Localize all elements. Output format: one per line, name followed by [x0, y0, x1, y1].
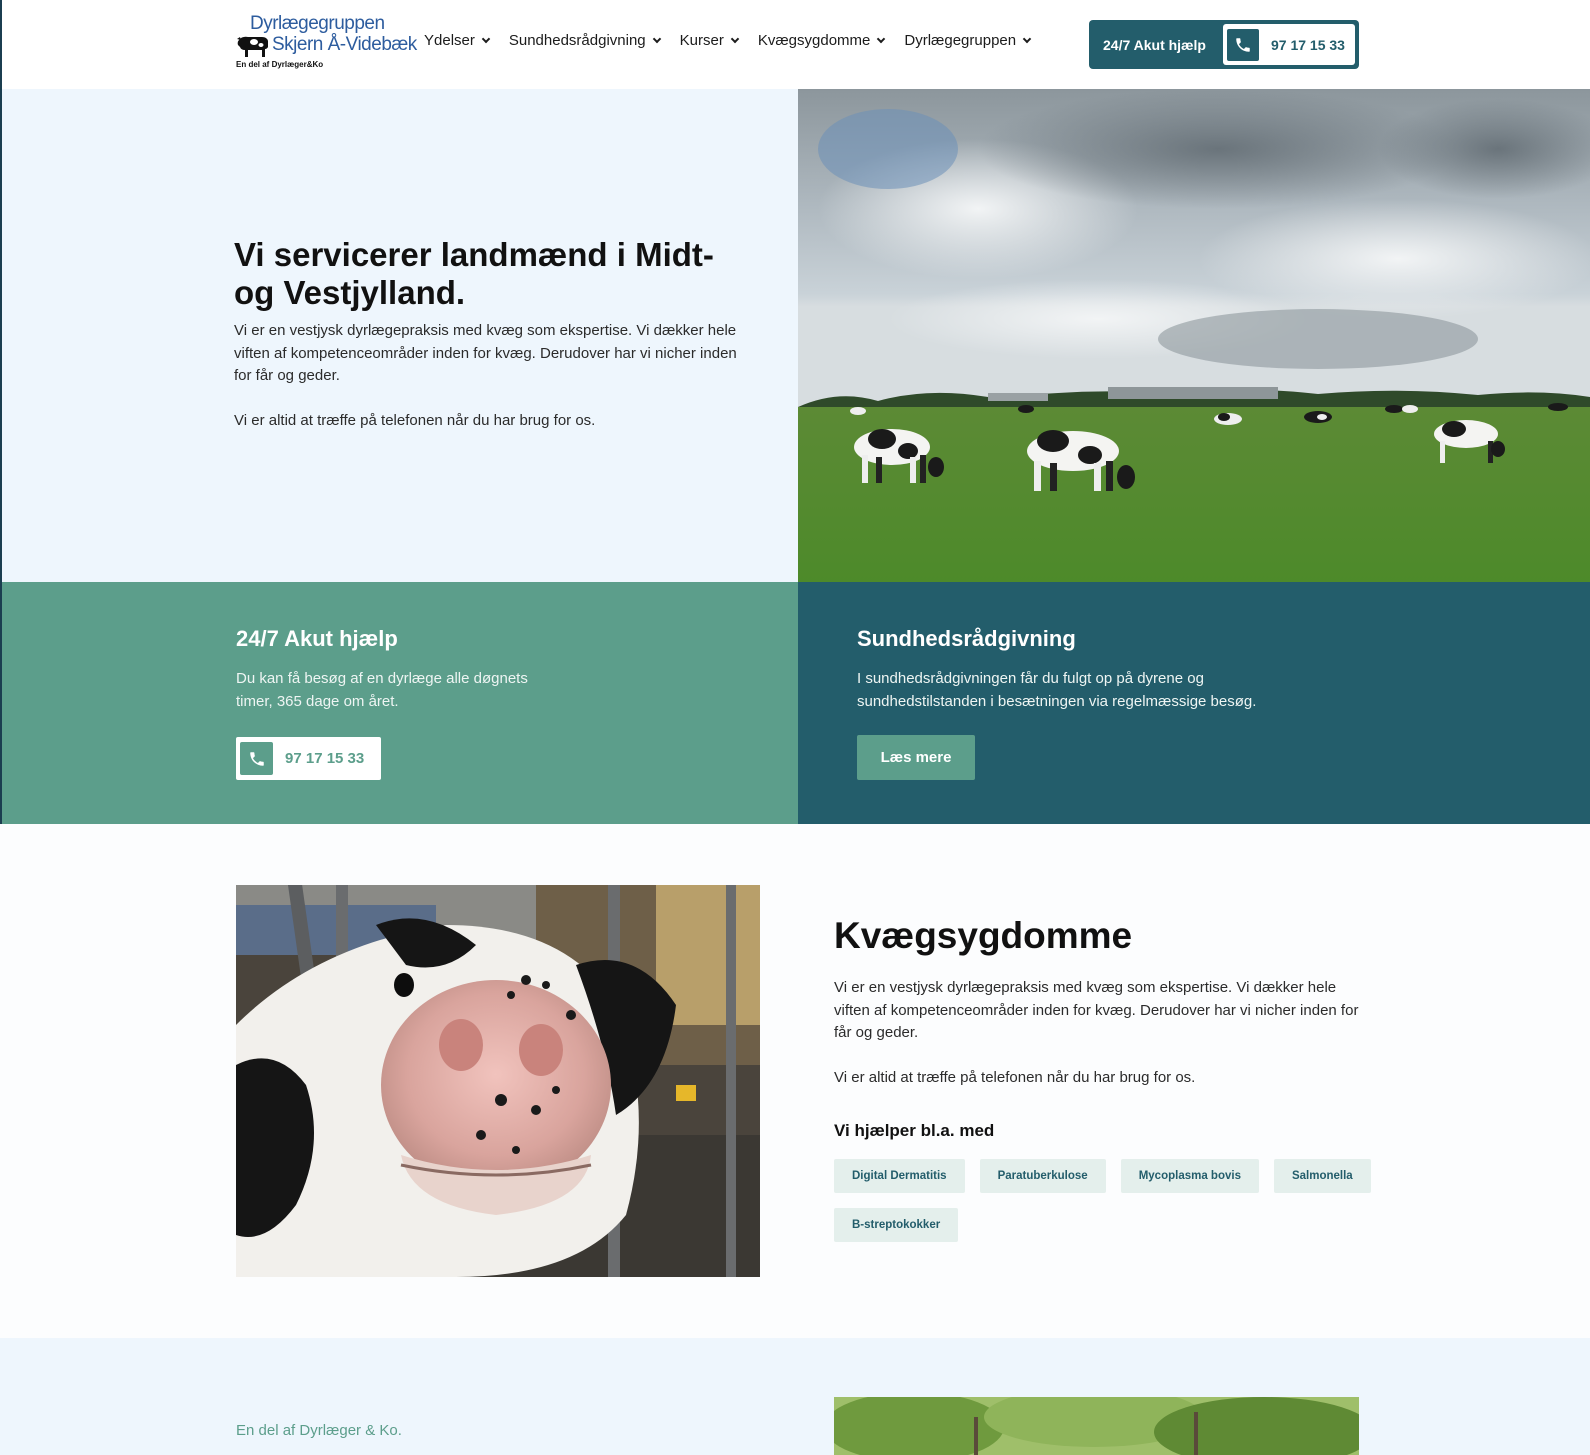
- nav-item-label: Sundhedsrådgivning: [508, 32, 646, 49]
- header-phone-number: 97 17 15 33: [1271, 36, 1345, 53]
- header-phone-link[interactable]: 97 17 15 33: [1223, 24, 1355, 65]
- nav-item-label: Kvægsygdomme: [757, 32, 871, 49]
- site-header: Dyrlægegruppen Skjern Å-Videbæk En del a…: [0, 0, 1590, 89]
- tag-mycoplasma-bovis[interactable]: Mycoplasma bovis: [1120, 1159, 1259, 1193]
- nav-item-ydelser[interactable]: Ydelser: [424, 32, 491, 49]
- hero-image-cows-grazing: [798, 89, 1590, 582]
- nav-item-dyrlaegegruppen[interactable]: Dyrlægegruppen: [904, 32, 1032, 49]
- cow-closeup-image: [236, 885, 760, 1277]
- emergency-help-title: 24/7 Akut hjælp: [236, 626, 398, 651]
- site-logo[interactable]: Dyrlægegruppen Skjern Å-Videbæk En del a…: [236, 12, 417, 72]
- read-more-button[interactable]: Læs mere: [857, 735, 975, 780]
- header-emergency-button[interactable]: 24/7 Akut hjælp 97 17 15 33: [1089, 20, 1359, 69]
- tag-salmonella[interactable]: Salmonella: [1273, 1159, 1371, 1193]
- about-title-cropped: [236, 1449, 636, 1455]
- nav-item-kvaegsygdomme[interactable]: Kvægsygdomme: [757, 32, 886, 49]
- cattle-diseases-paragraph: Vi er en vestjysk dyrlægepraksis med kvæ…: [834, 979, 1359, 1041]
- nav-item-label: Dyrlægegruppen: [904, 32, 1017, 49]
- logo-text-line2: Skjern Å-Videbæk: [272, 34, 417, 55]
- logo-tagline: En del af Dyrlæger&Ko: [236, 60, 324, 69]
- nav-item-sundhedsraadgivning[interactable]: Sundhedsrådgivning: [508, 32, 661, 49]
- chevron-down-icon: [730, 34, 740, 43]
- emergency-phone-button[interactable]: 97 17 15 33: [236, 737, 381, 780]
- nav-item-kurser[interactable]: Kurser: [679, 32, 740, 49]
- cattle-diseases-title: Kvægsygdomme: [834, 915, 1133, 956]
- tag-digital-dermatitis[interactable]: Digital Dermatitis: [834, 1159, 965, 1193]
- cow-logo-icon: [237, 36, 268, 57]
- health-advice-text: I sundhedsrådgivningen får du fulgt op p…: [857, 670, 1257, 710]
- phone-icon: [1227, 28, 1259, 61]
- phone-icon: [240, 742, 273, 775]
- tag-paratuberkulose[interactable]: Paratuberkulose: [979, 1159, 1106, 1193]
- disease-tag-list: Digital Dermatitis Paratuberkulose Mycop…: [834, 1159, 1374, 1242]
- hero-paragraph-contact: Vi er altid at træffe på telefonen når d…: [234, 412, 596, 429]
- chevron-down-icon: [1022, 34, 1032, 43]
- tag-b-streptokokker[interactable]: B-streptokokker: [834, 1208, 959, 1242]
- chevron-down-icon: [877, 34, 886, 43]
- chevron-down-icon: [481, 34, 491, 43]
- logo-text-line1: Dyrlægegruppen: [250, 13, 385, 34]
- chevron-down-icon: [652, 34, 661, 43]
- header-emergency-label: 24/7 Akut hjælp: [1103, 36, 1206, 53]
- we-help-with-heading: Vi hjælper bl.a. med: [834, 1121, 995, 1140]
- nav-item-label: Ydelser: [424, 32, 475, 49]
- emergency-phone-number: 97 17 15 33: [285, 750, 365, 767]
- hero-title: Vi servicerer landmænd i Midt- og Vestjy…: [234, 236, 714, 311]
- hero-paragraph: Vi er en vestjysk dyrlægepraksis med kvæ…: [234, 322, 737, 384]
- trees-image: [834, 1397, 1359, 1455]
- cattle-diseases-paragraph-contact: Vi er altid at træffe på telefonen når d…: [834, 1069, 1196, 1086]
- nav-item-label: Kurser: [679, 32, 724, 49]
- about-kicker: En del af Dyrlæger & Ko.: [236, 1422, 402, 1439]
- health-advice-title: Sundhedsrådgivning: [857, 626, 1076, 651]
- main-nav: Ydelser Sundhedsrådgivning Kurser Kvægsy…: [424, 32, 1050, 49]
- emergency-help-text: Du kan få besøg af en dyrlæge alle døgne…: [236, 670, 528, 710]
